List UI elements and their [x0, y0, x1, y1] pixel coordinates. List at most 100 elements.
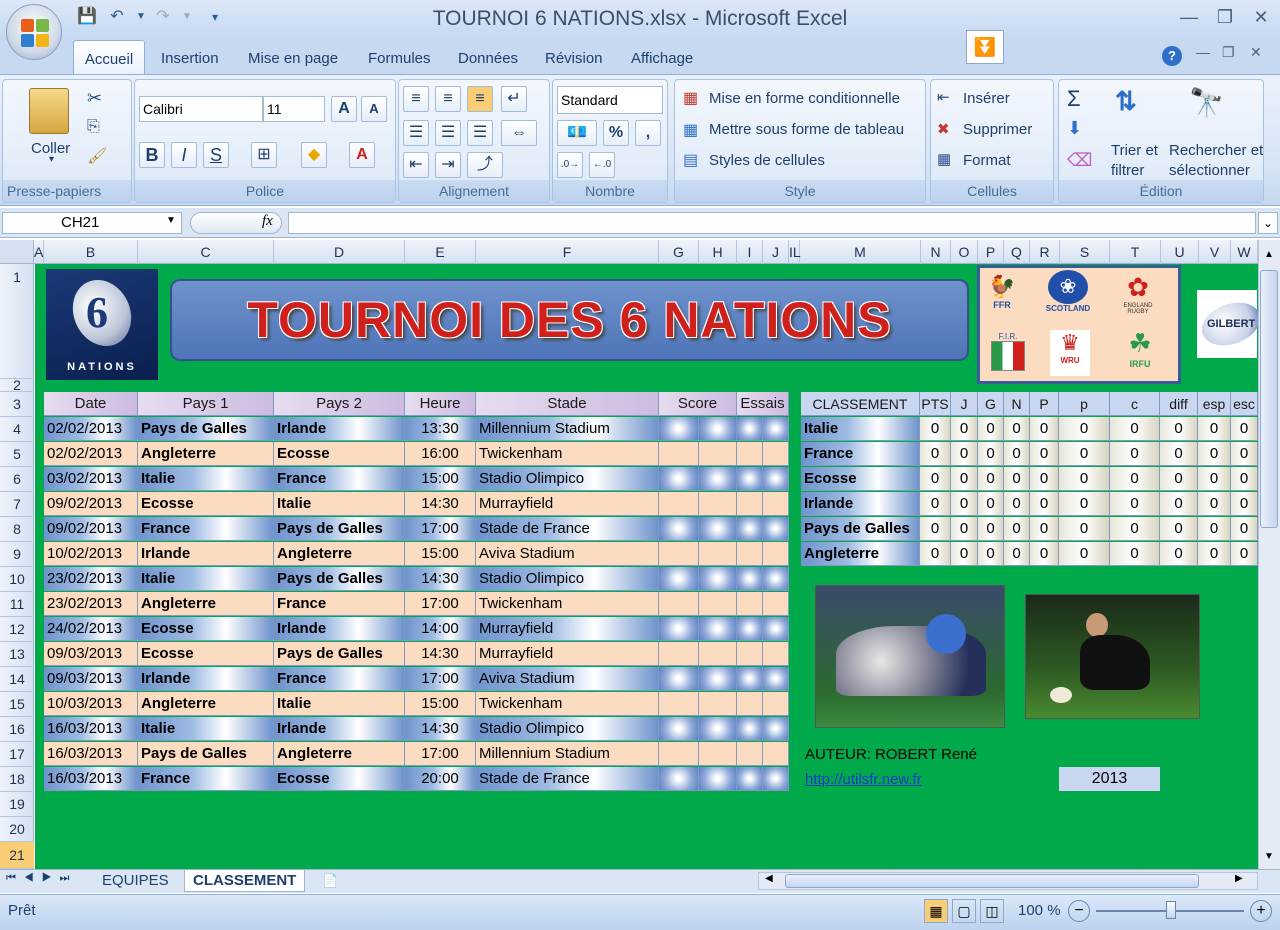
format-table-button[interactable]: Mettre sous forme de tableau	[709, 121, 904, 138]
score-input[interactable]	[699, 492, 737, 516]
fixture-time[interactable]: 14:30	[405, 717, 476, 741]
fixture-team2[interactable]: Ecosse	[274, 442, 405, 466]
standings-value[interactable]: 0	[1004, 442, 1030, 466]
tries-input[interactable]	[737, 417, 763, 441]
format-button[interactable]: Format	[963, 152, 1011, 169]
fixture-date[interactable]: 09/02/2013	[44, 517, 138, 541]
score-input[interactable]	[659, 692, 699, 716]
score-input[interactable]	[699, 742, 737, 766]
standings-value[interactable]: 0	[1110, 492, 1160, 516]
percent-button[interactable]: %	[603, 120, 629, 146]
fixture-time[interactable]: 14:30	[405, 492, 476, 516]
standings-value[interactable]: 0	[920, 492, 951, 516]
macro-button[interactable]: ⏬	[966, 30, 1004, 64]
tab-affichage[interactable]: Affichage	[631, 50, 693, 67]
delete-button[interactable]: Supprimer	[963, 121, 1032, 138]
row-header[interactable]: 18	[0, 767, 34, 792]
standings-header[interactable]: J	[951, 392, 978, 416]
underline-button[interactable]: S	[203, 142, 229, 168]
find-select-button-line2[interactable]: sélectionner	[1169, 162, 1250, 179]
standings-value[interactable]: 0	[1198, 442, 1231, 466]
column-header[interactable]: O	[951, 240, 978, 264]
fixture-team1[interactable]: Ecosse	[138, 492, 274, 516]
column-header[interactable]: E	[405, 240, 476, 264]
doc-close-icon[interactable]: ✕	[1250, 44, 1262, 61]
tries-input[interactable]	[737, 717, 763, 741]
standings-header[interactable]: esc	[1231, 392, 1258, 416]
fixture-time[interactable]: 16:00	[405, 442, 476, 466]
fixture-team1[interactable]: Angleterre	[138, 692, 274, 716]
tab-accueil[interactable]: Accueil	[73, 40, 145, 76]
format-painter-icon[interactable]: 🖌	[87, 146, 107, 166]
standings-value[interactable]: 0	[920, 517, 951, 541]
fixture-team1[interactable]: France	[138, 517, 274, 541]
font-color-icon[interactable]: A	[349, 142, 375, 168]
fixture-date[interactable]: 09/03/2013	[44, 642, 138, 666]
standings-value[interactable]: 0	[920, 417, 951, 441]
tab-revision[interactable]: Révision	[545, 50, 603, 67]
standings-value[interactable]: 0	[951, 492, 978, 516]
fixture-time[interactable]: 14:00	[405, 617, 476, 641]
align-top-icon[interactable]: ≡	[403, 86, 429, 112]
tries-input[interactable]	[763, 417, 789, 441]
score-input[interactable]	[659, 617, 699, 641]
tries-input[interactable]	[763, 517, 789, 541]
fixture-date[interactable]: 03/02/2013	[44, 467, 138, 491]
standings-header[interactable]: esp	[1198, 392, 1231, 416]
standings-value[interactable]: 0	[1059, 417, 1110, 441]
fixture-date[interactable]: 02/02/2013	[44, 442, 138, 466]
standings-value[interactable]: 0	[1198, 517, 1231, 541]
standings-value[interactable]: 0	[1004, 417, 1030, 441]
fixture-team2[interactable]: France	[274, 592, 405, 616]
fixture-date[interactable]: 16/03/2013	[44, 717, 138, 741]
score-input[interactable]	[659, 667, 699, 691]
score-input[interactable]	[659, 517, 699, 541]
font-name-select[interactable]: Calibri	[139, 96, 263, 122]
fixture-date[interactable]: 24/02/2013	[44, 617, 138, 641]
score-input[interactable]	[699, 592, 737, 616]
insert-button[interactable]: Insérer	[963, 90, 1010, 107]
score-input[interactable]	[659, 567, 699, 591]
column-header[interactable]: N	[921, 240, 951, 264]
standings-value[interactable]: 0	[978, 517, 1004, 541]
standings-value[interactable]: 0	[1160, 517, 1198, 541]
standings-value[interactable]: 0	[1231, 417, 1258, 441]
column-header[interactable]: IL	[789, 240, 801, 264]
help-icon[interactable]: ?	[1162, 46, 1182, 66]
fixture-time[interactable]: 13:30	[405, 417, 476, 441]
fixture-time[interactable]: 15:00	[405, 542, 476, 566]
standings-team[interactable]: Pays de Galles	[801, 517, 920, 541]
shrink-font-icon[interactable]: A	[361, 96, 387, 122]
tries-input[interactable]	[763, 742, 789, 766]
standings-value[interactable]: 0	[951, 417, 978, 441]
fixture-time[interactable]: 14:30	[405, 567, 476, 591]
tries-input[interactable]	[737, 442, 763, 466]
standings-value[interactable]: 0	[1198, 417, 1231, 441]
standings-value[interactable]: 0	[1030, 417, 1059, 441]
tries-input[interactable]	[763, 467, 789, 491]
tries-input[interactable]	[763, 542, 789, 566]
score-input[interactable]	[699, 467, 737, 491]
fixture-team1[interactable]: Italie	[138, 467, 274, 491]
scroll-down-icon[interactable]: ▼	[1260, 846, 1278, 868]
zoom-out-icon[interactable]: −	[1068, 900, 1090, 922]
doc-restore-icon[interactable]: ❐	[1222, 44, 1235, 61]
column-header[interactable]: P	[978, 240, 1004, 264]
sort-filter-button-line2[interactable]: filtrer	[1111, 162, 1144, 179]
row-header[interactable]: 8	[0, 517, 34, 542]
standings-value[interactable]: 0	[1231, 442, 1258, 466]
fixture-header-pays1[interactable]: Pays 1	[138, 392, 274, 416]
autosum-icon[interactable]: Σ	[1067, 86, 1081, 112]
normal-view-icon[interactable]: ▦	[924, 899, 948, 923]
align-center-icon[interactable]: ☰	[435, 120, 461, 146]
standings-value[interactable]: 0	[1004, 542, 1030, 566]
column-header[interactable]: B	[44, 240, 138, 264]
fixture-time[interactable]: 20:00	[405, 767, 476, 791]
zoom-in-icon[interactable]: +	[1250, 900, 1272, 922]
fixture-header-heure[interactable]: Heure	[405, 392, 476, 416]
fixture-team2[interactable]: Ecosse	[274, 767, 405, 791]
score-input[interactable]	[659, 417, 699, 441]
fixture-team1[interactable]: Irlande	[138, 667, 274, 691]
standings-value[interactable]: 0	[1198, 492, 1231, 516]
tries-input[interactable]	[763, 667, 789, 691]
